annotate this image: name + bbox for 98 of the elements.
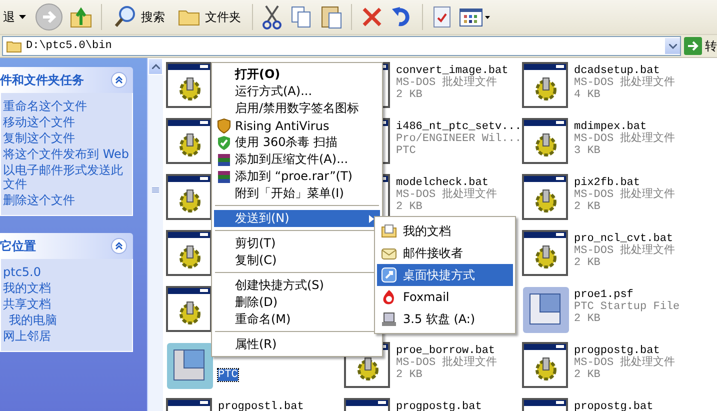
file-detail: PTC [218, 369, 238, 381]
properties-icon [431, 5, 453, 29]
scroll-grip-icon [152, 187, 159, 194]
menu-item[interactable]: Rising AntiVirus [214, 117, 380, 134]
task-link[interactable]: 以电子邮件形式发送此文件 [1, 163, 130, 191]
file-type: MS-DOS 批处理文件 [574, 133, 676, 145]
shield-icon [216, 134, 232, 150]
batch-file-icon [522, 174, 570, 222]
books-icon [216, 168, 232, 184]
menu-item[interactable]: 桌面快捷方式 [377, 264, 513, 286]
collapse-icon[interactable] [111, 238, 127, 254]
file-detail: 2 KB [574, 313, 600, 325]
file-name[interactable]: proe1.psf [574, 289, 634, 301]
file-type: MS-DOS 批处理文件 [574, 77, 676, 89]
file-name[interactable]: dcadsetup.bat [574, 65, 660, 77]
close-icon [360, 5, 384, 29]
chevron-up-icon [152, 64, 160, 69]
file-detail: 2 KB [574, 369, 600, 381]
search-button[interactable]: 搜索 [110, 3, 168, 31]
up-folder-icon [69, 5, 93, 29]
task-link[interactable]: 网上邻居 [1, 329, 130, 343]
file-type: PTC Startup File [574, 301, 680, 313]
menu-item[interactable]: 我的文档 [377, 220, 513, 242]
file-detail: 3 KB [574, 145, 600, 157]
task-link[interactable]: 删除这个文件 [1, 193, 130, 207]
document-icon [522, 286, 570, 334]
file-name[interactable]: mdimpex.bat [574, 121, 647, 133]
file-type: MS-DOS 批处理文件 [574, 189, 676, 201]
paste-icon [319, 4, 343, 30]
collapse-icon[interactable] [111, 72, 127, 88]
file-name[interactable]: progpostl.bat [218, 401, 304, 411]
batch-file-icon [522, 118, 570, 166]
task-link[interactable]: 复制这个文件 [1, 131, 130, 145]
menu-item[interactable]: 3.5 软盘 (A:) [377, 308, 513, 330]
task-link[interactable]: 移动这个文件 [1, 115, 130, 129]
folder-icon [381, 223, 397, 239]
address-dropdown-button[interactable] [665, 38, 680, 54]
file-type: Pro/ENGINEER Wil... [396, 133, 522, 145]
books-icon [216, 152, 232, 168]
menu-item[interactable]: 添加到 “proe.rar”(T) [214, 168, 380, 185]
scroll-up-button[interactable] [148, 58, 163, 75]
file-name[interactable]: progpostg.bat [396, 401, 482, 411]
file-name[interactable]: propostg.bat [574, 401, 654, 411]
task-link[interactable]: 将这个文件发布到 Web [1, 147, 130, 161]
file-detail: 2 KB [574, 201, 600, 213]
batch-file-icon [522, 230, 570, 278]
file-type: MS-DOS 批处理文件 [396, 77, 498, 89]
address-field[interactable]: D:\ptc5.0\bin [2, 36, 681, 56]
menu-item[interactable]: 打开(O) [214, 66, 380, 83]
back-button[interactable]: 退 [0, 6, 29, 28]
menu-item[interactable]: 附到「开始」菜单(I) [214, 185, 380, 202]
menu-item[interactable]: 发送到(N) [214, 210, 380, 227]
file-detail: 2 KB [574, 257, 600, 269]
file-detail: 4 KB [574, 89, 600, 101]
menu-item[interactable]: 邮件接收者 [377, 242, 513, 264]
file-name[interactable]: pro_ncl_cvt.bat [574, 233, 674, 245]
scissors-icon [261, 4, 283, 30]
dropdown-arrow-icon [19, 15, 26, 19]
menu-item[interactable]: 属性(R) [214, 336, 380, 353]
file-name[interactable]: i486_nt_ptc_setv... [396, 121, 522, 133]
file-name[interactable]: progpostg.bat [574, 345, 660, 357]
file-name[interactable]: convert_image.bat [396, 65, 508, 77]
file-type: MS-DOS 批处理文件 [574, 245, 676, 257]
task-link[interactable]: 我的电脑 [1, 313, 130, 327]
floppy-drive-icon [381, 311, 397, 327]
folders-button[interactable]: 文件夹 [174, 3, 244, 31]
file-detail: 2 KB [396, 89, 422, 101]
menu-item[interactable]: Foxmail [377, 286, 513, 308]
file-detail: 2 KB [396, 369, 422, 381]
batch-file-icon [522, 62, 570, 110]
go-button[interactable]: 转 [684, 37, 717, 55]
file-name[interactable]: pix2fb.bat [574, 177, 640, 189]
views-icon [459, 7, 491, 27]
menu-item[interactable]: 运行方式(A)... [214, 83, 380, 100]
file-detail: PTC [396, 145, 416, 157]
file-name[interactable]: modelcheck.bat [396, 177, 488, 189]
file-detail: 2 KB [396, 201, 422, 213]
file-name[interactable]: proe_borrow.bat [396, 345, 496, 357]
chevron-down-icon [668, 44, 676, 48]
file-type: MS-DOS 批处理文件 [396, 357, 498, 369]
task-link[interactable]: 我的文档 [1, 281, 130, 295]
panel-header[interactable]: 件和文件夹任务 [0, 67, 133, 93]
task-link[interactable]: ptc5.0 [1, 265, 130, 279]
flame-logo-icon [381, 289, 397, 305]
menu-item[interactable]: 使用 360杀毒 扫描 [214, 134, 380, 151]
file-type: MS-DOS 批处理文件 [396, 189, 498, 201]
menu-item[interactable]: 添加到压缩文件(A)... [214, 151, 380, 168]
search-icon [113, 5, 137, 29]
batch-file-icon [522, 342, 570, 390]
panel-header[interactable]: 它位置 [0, 233, 133, 259]
task-link[interactable]: 重命名这个文件 [1, 99, 130, 113]
shield-icon [216, 118, 232, 134]
menu-item[interactable]: 启用/禁用数字签名图标 [214, 100, 380, 117]
copy-icon [289, 5, 313, 29]
task-link[interactable]: 共享文档 [1, 297, 130, 311]
desktop-shortcut-icon [381, 267, 397, 283]
file-type: MS-DOS 批处理文件 [574, 357, 676, 369]
document-icon [166, 342, 214, 390]
